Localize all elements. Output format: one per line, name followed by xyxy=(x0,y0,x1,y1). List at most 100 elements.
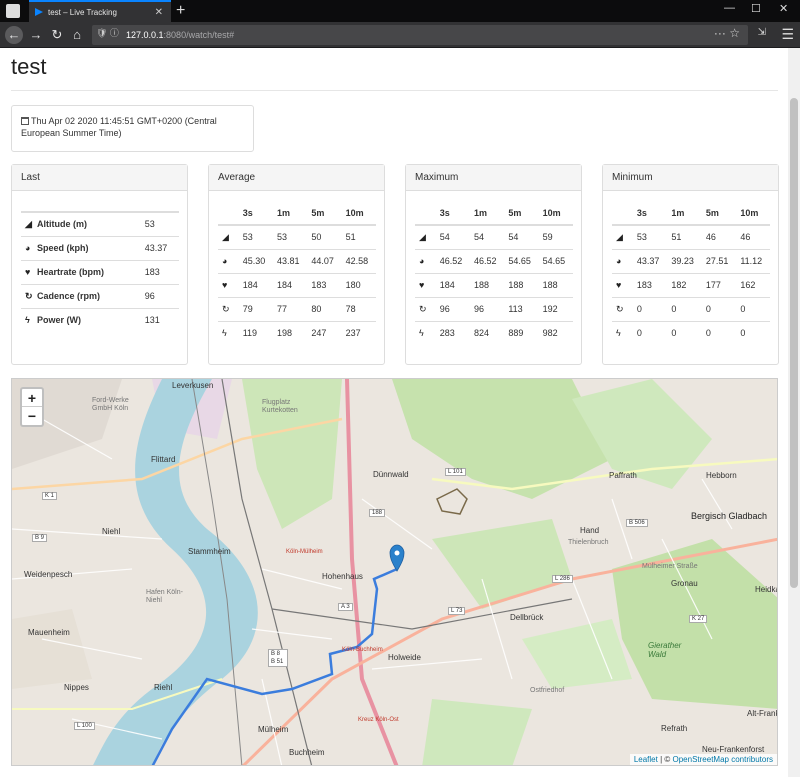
row-value: 131 xyxy=(140,307,179,332)
row-value: 53 xyxy=(140,211,179,236)
location-marker-icon xyxy=(389,544,405,572)
home-icon[interactable]: ⌂ xyxy=(68,26,86,44)
road-label: B 9 xyxy=(32,534,48,542)
dashboard-icon: ◕ xyxy=(25,243,31,253)
table-cell: 51 xyxy=(341,224,376,249)
reload-icon[interactable]: ↻ xyxy=(48,26,66,44)
map-label: Hebborn xyxy=(706,471,737,480)
sidebar-icon[interactable]: ⇲ xyxy=(758,27,766,38)
map-label: Mülheimer Straße xyxy=(642,563,698,570)
menu-icon[interactable]: ☰ xyxy=(781,26,794,43)
table-cell: 79 xyxy=(238,296,273,321)
table-cell: 188 xyxy=(470,272,505,297)
page-actions-icon[interactable]: ··· ☆ xyxy=(714,26,740,40)
panel-heading: Last xyxy=(12,165,187,191)
heart-icon: ♥ xyxy=(222,280,228,290)
table-header-row: 3s 1m 5m 10m xyxy=(218,201,376,226)
map-label: Gronau xyxy=(671,579,698,588)
column-header: 1m xyxy=(667,201,702,226)
column-header: 1m xyxy=(273,201,308,226)
map-label: Mülheim xyxy=(258,725,289,734)
row-label: Speed (kph) xyxy=(37,243,89,253)
bolt-icon: ϟ xyxy=(616,328,621,339)
table-cell: 0 xyxy=(736,296,770,321)
table-cell: 39.23 xyxy=(667,248,702,273)
scrollbar-thumb[interactable] xyxy=(790,98,798,588)
map[interactable]: + − Leverkusen Ford-Werke GmbH Köln Flug… xyxy=(11,378,778,766)
panel-average: Average 3s 1m 5m 10m ◢ 53 53 50 51 ◕ 45.30 43.81 44.0… xyxy=(208,164,385,365)
table-row: ϟ Power (W) 131 xyxy=(21,307,179,332)
leaflet-link[interactable]: Leaflet xyxy=(634,755,658,764)
date-text: Thu Apr 02 2020 11:45:51 GMT+0200 (Centr… xyxy=(21,116,217,138)
forward-icon[interactable]: → xyxy=(27,26,45,44)
table-cell: 192 xyxy=(538,296,573,321)
table-row: ◢ 54 54 54 59 xyxy=(415,224,573,249)
table-cell: 43.37 xyxy=(632,248,668,273)
road-label: B 8 B 51 xyxy=(268,649,288,667)
table-row: ◕ 45.30 43.81 44.07 42.58 xyxy=(218,248,376,273)
table-cell: 0 xyxy=(736,320,770,345)
map-label: Bergisch Gladbach xyxy=(691,511,768,521)
table-cell: 180 xyxy=(341,272,376,297)
zoom-in-button[interactable]: + xyxy=(22,389,42,407)
table-cell: 44.07 xyxy=(307,248,342,273)
row-value: 43.37 xyxy=(140,235,179,260)
road-label: L 101 xyxy=(445,468,466,476)
table-cell: 77 xyxy=(273,296,308,321)
table-cell: 824 xyxy=(470,320,505,345)
table-row: ϟ 119 198 247 237 xyxy=(218,320,376,345)
row-value: 96 xyxy=(140,283,179,308)
table-cell: 27.51 xyxy=(701,248,737,273)
close-window-icon[interactable]: ✕ xyxy=(779,2,788,15)
column-header: 5m xyxy=(307,201,342,226)
table-cell: 96 xyxy=(435,296,470,321)
table-row: ↻ 0 0 0 0 xyxy=(612,296,770,321)
table-row: ♥ 184 184 183 180 xyxy=(218,272,376,297)
map-label: Köln-Mülheim xyxy=(286,549,323,555)
table-cell: 198 xyxy=(273,320,308,345)
table-row: ♥ Heartrate (bpm) 183 xyxy=(21,259,179,284)
maximize-icon[interactable]: ☐ xyxy=(751,2,761,15)
minimize-icon[interactable]: — xyxy=(724,2,735,14)
back-icon[interactable]: ← xyxy=(5,26,23,44)
table-cell: 113 xyxy=(504,296,539,321)
osm-link[interactable]: OpenStreetMap contributors xyxy=(673,755,774,764)
column-header: 5m xyxy=(504,201,539,226)
table-cell: 0 xyxy=(701,320,737,345)
site-info-icon[interactable]: 🛡 ⓘ xyxy=(96,26,119,39)
column-header: 10m xyxy=(341,201,376,226)
table-cell: 53 xyxy=(273,224,308,249)
panel-heading: Minimum xyxy=(603,165,778,191)
table-cell: 283 xyxy=(435,320,470,345)
refresh-icon: ↻ xyxy=(419,303,427,314)
close-tab-icon[interactable]: ✕ xyxy=(155,7,163,18)
table-cell: 889 xyxy=(504,320,539,345)
map-label: Holweide xyxy=(388,653,421,662)
table-row: ϟ 283 824 889 982 xyxy=(415,320,573,345)
table-row: ↻ Cadence (rpm) 96 xyxy=(21,283,179,308)
table-cell: 53 xyxy=(238,224,273,249)
average-table: 3s 1m 5m 10m ◢ 53 53 50 51 ◕ 45.30 43.81 44.07 42.58 ♥… xyxy=(218,201,376,345)
url-bar[interactable]: 127.0.0.1:8080/watch/test# xyxy=(92,25,748,45)
new-tab-icon[interactable]: + xyxy=(176,2,185,20)
last-table: ◢ Altitude (m) 53 ◕ Speed (kph) 43.37 ♥ Heart… xyxy=(21,211,179,332)
table-cell: 80 xyxy=(307,296,342,321)
calendar-icon xyxy=(21,117,29,125)
table-cell: 11.12 xyxy=(736,248,770,273)
table-cell: 45.30 xyxy=(238,248,273,273)
browser-tab[interactable]: test – Live Tracking ✕ xyxy=(29,0,171,22)
table-cell: 78 xyxy=(341,296,376,321)
column-header: 3s xyxy=(238,201,273,226)
road-label: K 1 xyxy=(42,492,58,500)
map-label: Niehl xyxy=(102,527,121,536)
map-label: Buchheim xyxy=(289,748,325,757)
scrollbar[interactable] xyxy=(788,48,800,777)
divider xyxy=(11,90,778,91)
panel-heading: Average xyxy=(209,165,384,191)
table-cell: 188 xyxy=(504,272,539,297)
app-icon xyxy=(6,4,20,18)
zoom-out-button[interactable]: − xyxy=(22,407,42,425)
table-cell: 182 xyxy=(667,272,702,297)
area-chart-icon: ◢ xyxy=(222,231,229,242)
road-label: L 100 xyxy=(74,722,95,730)
